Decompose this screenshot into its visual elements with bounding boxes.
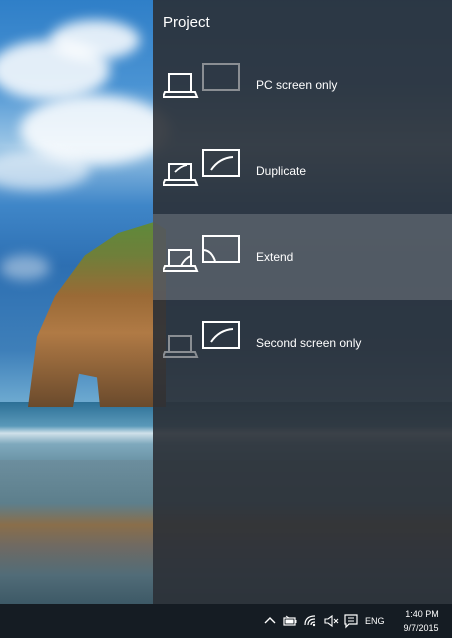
duplicate-icon	[163, 149, 240, 186]
option-label: Second screen only	[256, 336, 362, 350]
volume-muted-icon[interactable]	[323, 613, 339, 629]
option-extend[interactable]: Extend	[153, 214, 452, 300]
wallpaper-cloud	[50, 20, 140, 60]
option-label: Extend	[256, 250, 294, 264]
wallpaper-cloud	[0, 150, 90, 190]
taskbar: ENG 1:40 PM 9/7/2015	[0, 604, 452, 638]
wallpaper-cliff	[28, 222, 166, 407]
option-second-screen-only[interactable]: Second screen only	[153, 300, 452, 386]
option-label: PC screen only	[256, 78, 338, 92]
option-pc-screen-only[interactable]: PC screen only	[153, 42, 452, 128]
flyout-title: Project	[163, 14, 210, 31]
clock-time[interactable]: 1:40 PM	[402, 609, 442, 619]
wallpaper-cloud	[0, 255, 50, 280]
option-duplicate[interactable]: Duplicate	[153, 128, 452, 214]
chevron-up-icon[interactable]	[262, 613, 278, 629]
language-indicator[interactable]: ENG	[365, 616, 385, 626]
battery-icon[interactable]	[282, 613, 298, 629]
pc-screen-only-icon	[163, 63, 240, 98]
option-label: Duplicate	[256, 164, 307, 178]
action-center-icon[interactable]	[343, 613, 359, 629]
extend-icon	[163, 235, 240, 272]
wifi-icon[interactable]	[303, 613, 319, 629]
clock-date[interactable]: 9/7/2015	[398, 623, 444, 633]
project-flyout: Project PC screen only Duplicate Extend	[153, 0, 452, 604]
second-screen-only-icon	[163, 321, 240, 358]
